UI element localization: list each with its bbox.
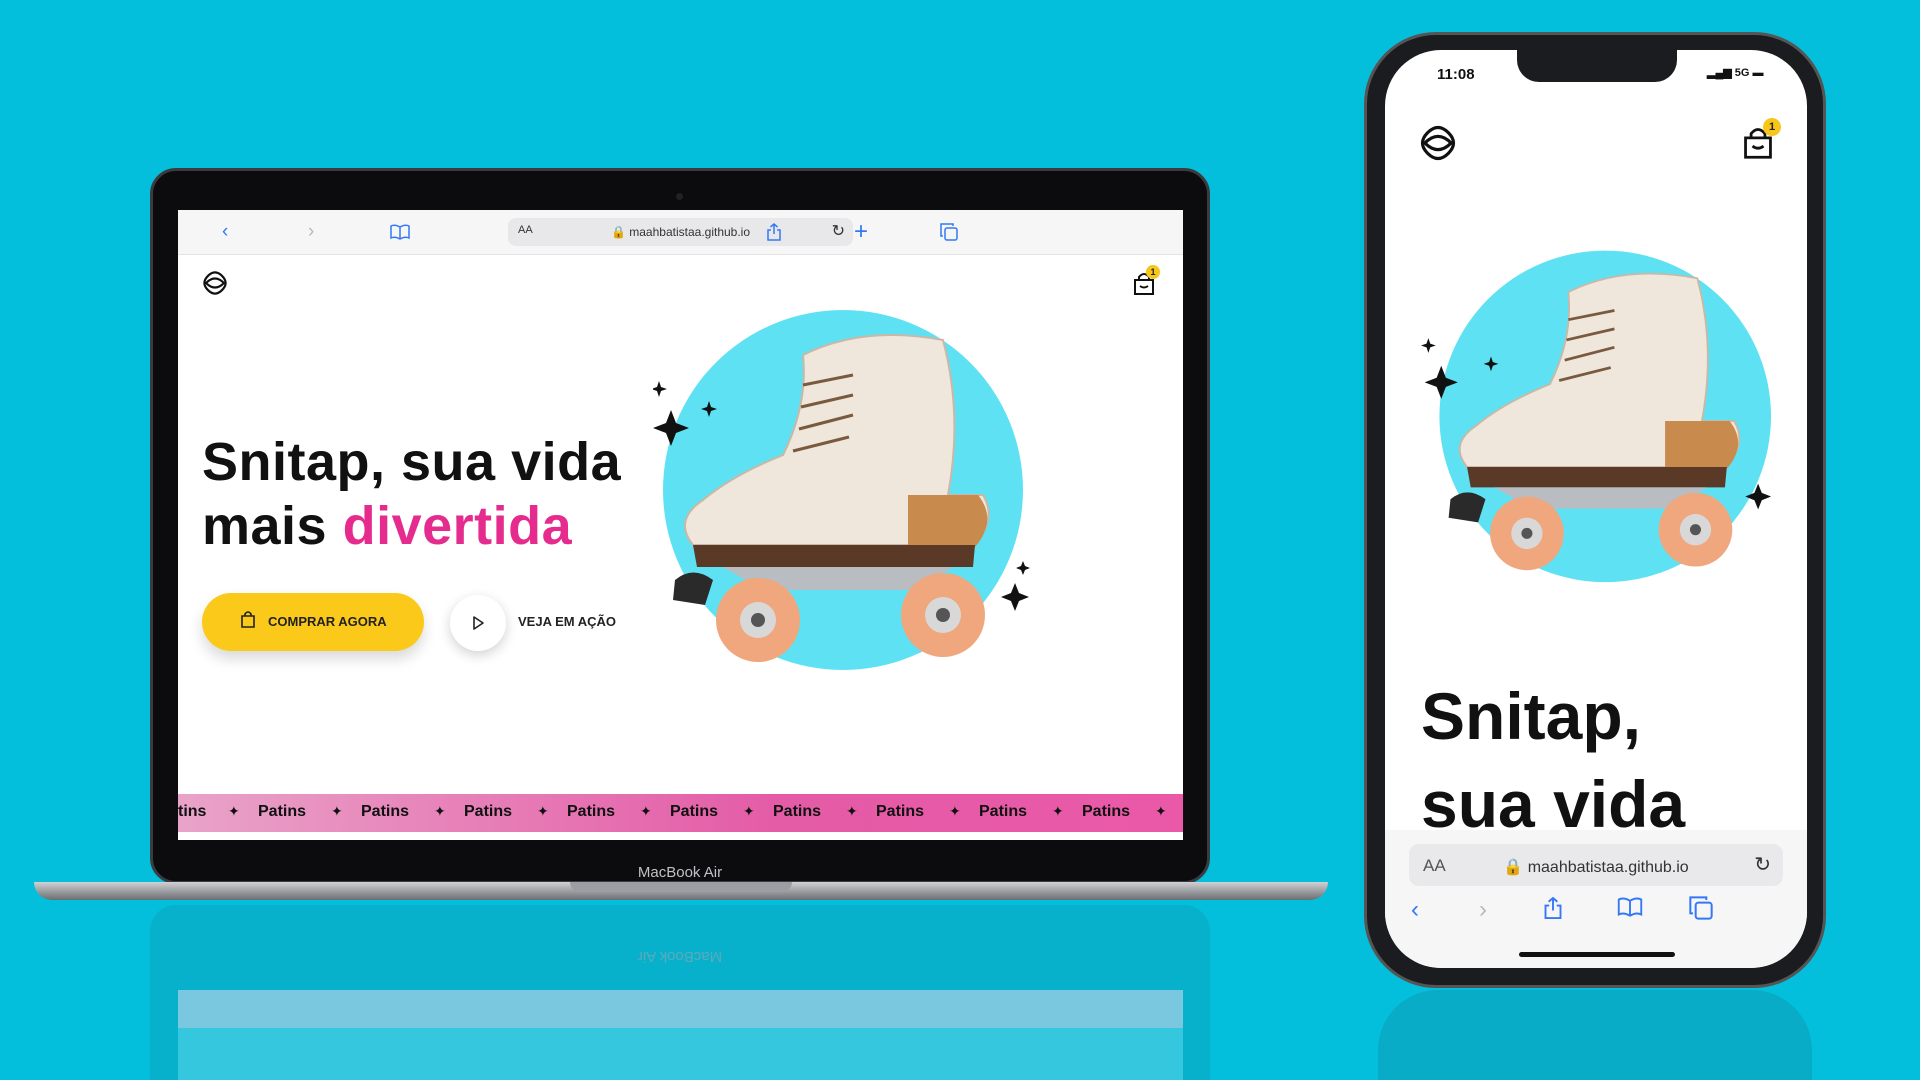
marquee-separator: ✦	[228, 803, 240, 819]
share-icon[interactable]	[766, 210, 782, 254]
bag-icon	[240, 610, 256, 631]
marquee-item: Patins	[361, 803, 410, 820]
cart-badge: 1	[1146, 265, 1160, 279]
url-value: maahbatistaa.github.io	[629, 225, 751, 239]
marquee-item: tins	[178, 803, 207, 820]
hero-headline-highlight: divertida	[342, 496, 573, 556]
site-logo-icon[interactable]	[1419, 124, 1457, 167]
hero-headline-prefix: mais	[202, 496, 343, 556]
marquee-item: Patins	[258, 803, 307, 820]
hero-headline: Snitap, sua vida	[1421, 672, 1685, 848]
laptop-screen: ‹ › AA 🔒 maahbatistaa.github.io ↻ + 1 Sn…	[178, 210, 1183, 840]
marquee-separator: ✦	[331, 803, 343, 819]
marquee-separator: ✦	[949, 803, 961, 819]
signal-label: 5G	[1734, 67, 1750, 79]
browser-toolbar: ‹ › AA 🔒 maahbatistaa.github.io ↻ +	[178, 210, 1183, 255]
marquee-separator: ✦	[640, 803, 652, 819]
forward-icon[interactable]: ›	[1479, 896, 1487, 924]
url-bar[interactable]: AA 🔒 maahbatistaa.github.io ↻	[508, 218, 853, 246]
bookmarks-icon[interactable]	[1617, 896, 1643, 924]
phone-status-bar: ▂▄▆ 5G ▬	[1707, 67, 1764, 79]
hero-headline-line1: Snitap, sua vida	[202, 432, 622, 492]
marquee-item: Patins	[670, 803, 719, 820]
reload-icon[interactable]: ↻	[832, 221, 845, 241]
url-bar[interactable]: AA 🔒 maahbatistaa.github.io ↻	[1409, 844, 1783, 886]
marquee-separator: ✦	[846, 803, 858, 819]
laptop-hinge-notch	[570, 882, 792, 892]
marquee-item: Patins	[464, 803, 513, 820]
url-value: maahbatistaa.github.io	[1527, 859, 1689, 876]
marquee-item: Patins	[567, 803, 616, 820]
phone-notch	[1517, 50, 1677, 82]
marquee-separator: ✦	[434, 803, 446, 819]
url-text: 🔒 maahbatistaa.github.io	[1503, 859, 1689, 876]
hero-headline: Snitap, sua vida mais divertida	[202, 430, 621, 558]
bookmarks-icon[interactable]	[390, 210, 410, 254]
phone-time: 11:08	[1437, 66, 1475, 83]
reload-icon[interactable]: ↻	[1754, 852, 1771, 877]
cart-badge: 1	[1763, 118, 1781, 136]
site-logo-icon[interactable]	[202, 270, 228, 296]
hero-image	[651, 295, 1033, 675]
tabs-icon[interactable]	[1689, 896, 1713, 927]
laptop-label: MacBook Air	[637, 864, 723, 881]
play-icon	[473, 616, 484, 630]
hero-headline-line2: mais divertida	[202, 494, 621, 558]
back-icon[interactable]: ‹	[222, 210, 228, 254]
home-indicator[interactable]	[1519, 952, 1675, 957]
laptop-reflection-marquee	[178, 990, 1183, 1028]
new-tab-icon[interactable]: +	[854, 210, 868, 254]
buy-now-label: COMPRAR AGORA	[268, 614, 387, 629]
marquee-item: Patins	[773, 803, 822, 820]
buy-now-button[interactable]: COMPRAR AGORA	[202, 593, 424, 651]
marquee-banner: tins ✦ Patins ✦ Patins ✦ Patins ✦ Patins…	[178, 794, 1183, 832]
url-text: 🔒 maahbatistaa.github.io	[610, 225, 751, 239]
hero-image	[1421, 246, 1771, 596]
phone-reflection	[1378, 990, 1812, 1080]
back-icon[interactable]: ‹	[1411, 896, 1419, 924]
marquee-separator: ✦	[1155, 803, 1167, 819]
browser-bottom-bar: AA 🔒 maahbatistaa.github.io ↻ ‹ ›	[1385, 830, 1807, 968]
marquee-item: Patins	[876, 803, 925, 820]
laptop-reflection-label: MacBook Air	[637, 948, 723, 965]
share-icon[interactable]	[1543, 896, 1563, 927]
forward-icon[interactable]: ›	[308, 210, 314, 254]
tabs-icon[interactable]	[940, 210, 958, 254]
marquee-separator: ✦	[537, 803, 549, 819]
play-video-button[interactable]	[450, 595, 506, 651]
marquee-item: Patins	[979, 803, 1028, 820]
marquee-item: Patins	[1082, 803, 1131, 820]
watch-in-action-link[interactable]: VEJA EM AÇÃO	[518, 614, 616, 629]
marquee-separator: ✦	[743, 803, 755, 819]
hero-headline-line1: Snitap,	[1421, 679, 1642, 753]
marquee-separator: ✦	[1052, 803, 1064, 819]
phone-screen: 11:08 ▂▄▆ 5G ▬ 1 Snitap, sua vida AA 🔒 m…	[1385, 50, 1807, 968]
laptop-camera	[676, 193, 683, 200]
